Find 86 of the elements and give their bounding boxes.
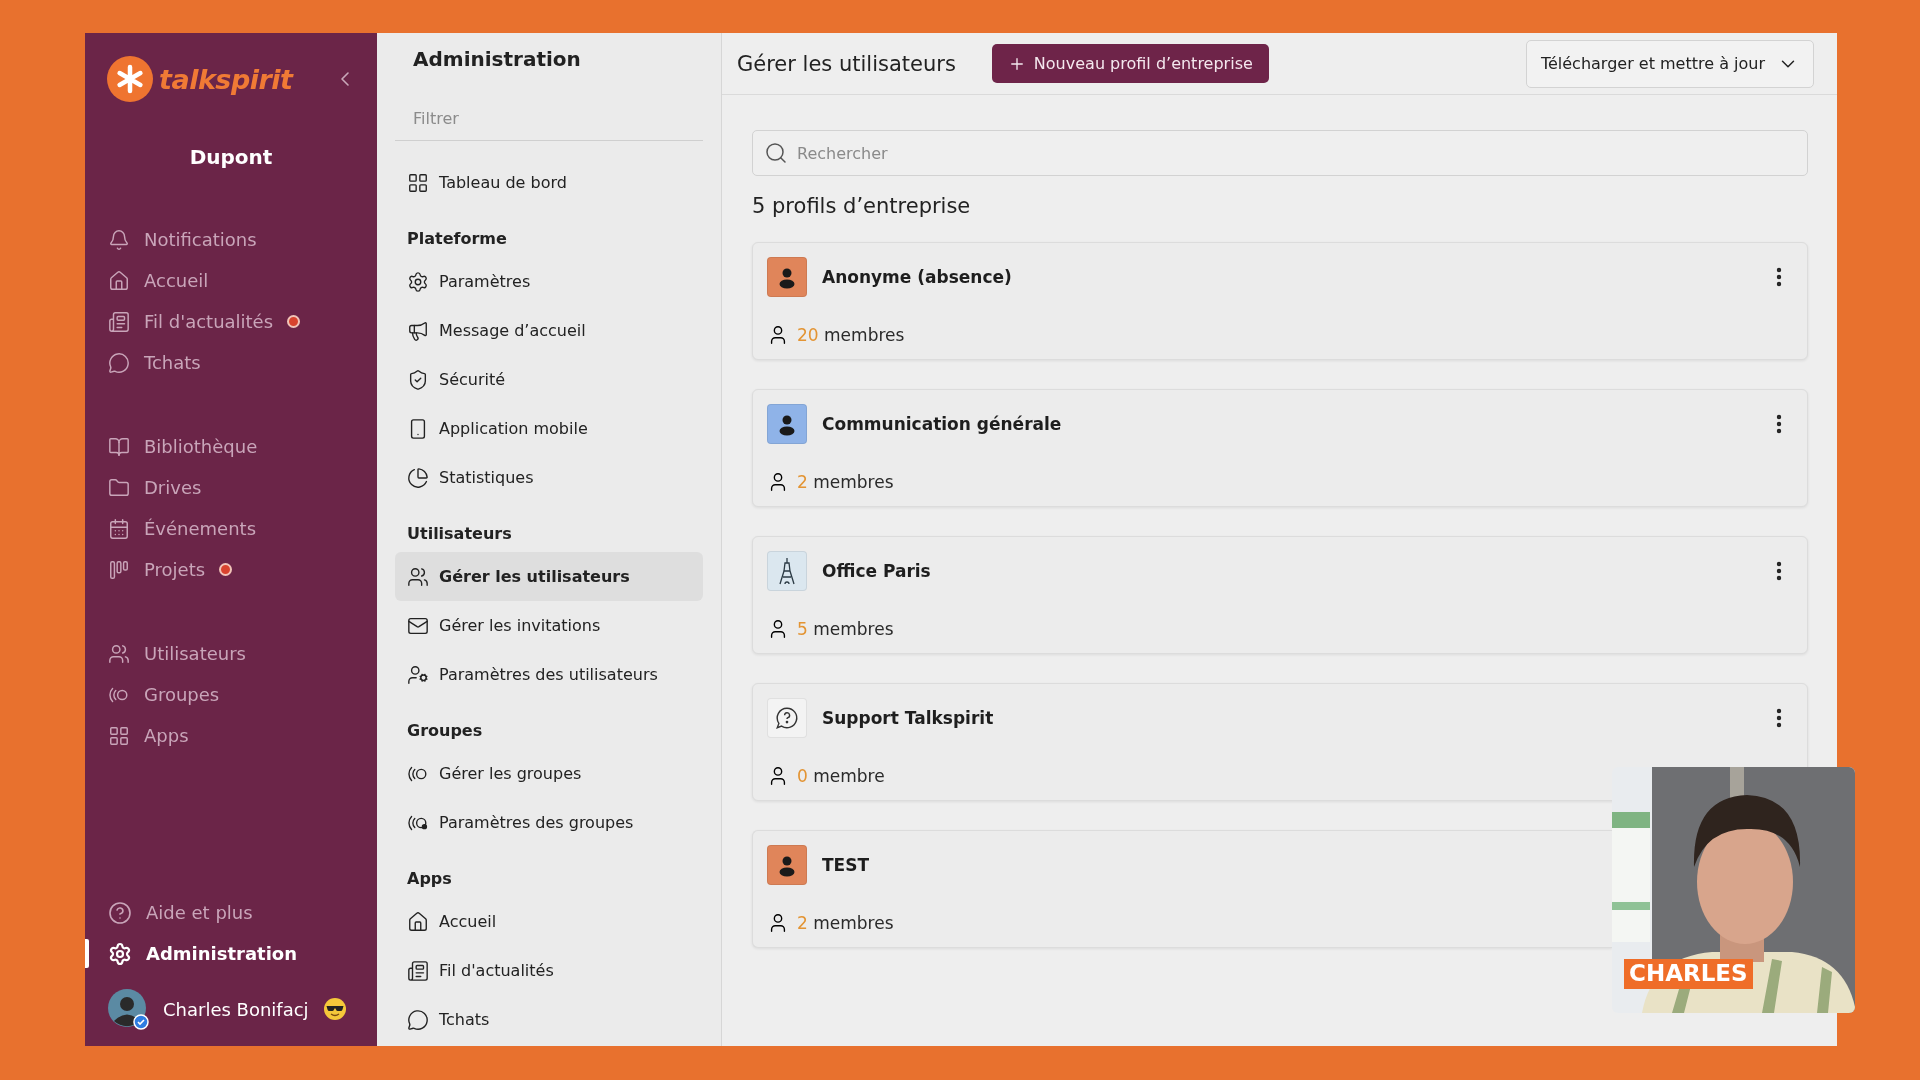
sidebar-item[interactable]: Notifications bbox=[85, 219, 377, 260]
new-profile-button[interactable]: Nouveau profil d’entreprise bbox=[991, 44, 1269, 83]
name-caption: CHARLES bbox=[1624, 959, 1753, 989]
chat-bubble-icon bbox=[407, 1008, 429, 1031]
admin-menu-item[interactable]: Gérer les groupes bbox=[395, 749, 703, 798]
sidebar-item[interactable]: Groupes bbox=[85, 674, 377, 715]
question-bubble-icon bbox=[774, 705, 800, 731]
profile-card[interactable]: Office Paris 5 membres bbox=[752, 536, 1808, 654]
profile-name: Support Talkspirit bbox=[822, 708, 994, 728]
panel-title: Administration bbox=[412, 47, 582, 73]
users-icon bbox=[407, 565, 429, 588]
newspaper-icon bbox=[407, 959, 429, 982]
bell-icon bbox=[108, 228, 130, 251]
admin-menu-item[interactable]: Gérer les invitations bbox=[395, 601, 703, 650]
section-heading: Apps bbox=[406, 868, 453, 890]
section-heading: Plateforme bbox=[406, 228, 508, 250]
profile-name: Anonyme (absence) bbox=[822, 267, 1012, 287]
user-gear-icon bbox=[407, 663, 429, 686]
profile-name: Communication générale bbox=[822, 414, 1062, 434]
admin-menu-item[interactable]: Gérer les utilisateurs bbox=[395, 552, 703, 601]
sidebar-item[interactable]: Fil d'actualités bbox=[85, 301, 377, 342]
avatar[interactable] bbox=[107, 988, 149, 1030]
search-field[interactable]: Rechercher bbox=[752, 130, 1808, 176]
sunglasses-face-icon bbox=[322, 997, 347, 1021]
section-heading: Groupes bbox=[406, 720, 484, 742]
member-count: 0 membre bbox=[797, 766, 885, 786]
admin-menu-item[interactable]: Fil d'actualités bbox=[395, 946, 703, 995]
profile-card[interactable]: Anonyme (absence) 20 membres bbox=[752, 242, 1808, 360]
logo-icon bbox=[107, 56, 153, 102]
chat-bubble-icon bbox=[108, 351, 130, 374]
calendar-icon bbox=[108, 517, 130, 540]
sidebar-item[interactable]: Projets bbox=[85, 549, 377, 590]
notification-dot bbox=[287, 315, 301, 328]
users-icon bbox=[108, 642, 130, 665]
profile-count: 5 profils d’entreprise bbox=[752, 194, 972, 218]
admin-menu-item[interactable]: Sécurité bbox=[395, 355, 703, 404]
help-icon bbox=[108, 900, 132, 925]
member-count: 20 membres bbox=[797, 325, 905, 345]
sidebar-item[interactable]: Apps bbox=[85, 715, 377, 756]
sidebar-item[interactable]: Administration bbox=[85, 933, 377, 974]
house-icon bbox=[407, 910, 429, 933]
page-title: Gérer les utilisateurs bbox=[737, 51, 956, 76]
admin-menu-item[interactable]: Tableau de bord bbox=[395, 158, 703, 207]
member-count: 2 membres bbox=[797, 913, 894, 933]
grid-icon bbox=[407, 171, 429, 194]
admin-menu-item[interactable]: Paramètres bbox=[395, 257, 703, 306]
columns-icon bbox=[108, 558, 130, 581]
sidebar-item[interactable]: Événements bbox=[85, 508, 377, 549]
grid-icon bbox=[108, 724, 130, 747]
section-heading: Utilisateurs bbox=[406, 523, 513, 545]
profile-name: Office Paris bbox=[822, 561, 931, 581]
user-name: Charles Bonifacj bbox=[163, 998, 309, 1020]
house-icon bbox=[108, 269, 130, 292]
profile-card[interactable]: Communication générale 2 membres bbox=[752, 389, 1808, 507]
notification-dot bbox=[219, 563, 233, 576]
member-count: 2 membres bbox=[797, 472, 894, 492]
megaphone-icon bbox=[407, 319, 429, 342]
shield-check-icon bbox=[407, 368, 429, 391]
sidebar-item[interactable]: Bibliothèque bbox=[85, 426, 377, 467]
pie-chart-icon bbox=[407, 466, 429, 489]
sidebar-item[interactable]: Utilisateurs bbox=[85, 633, 377, 674]
admin-menu-item[interactable]: Application mobile bbox=[395, 404, 703, 453]
newspaper-icon bbox=[108, 310, 130, 333]
download-dropdown[interactable]: Télécharger et mettre à jour bbox=[1525, 39, 1814, 88]
settings-icon bbox=[407, 270, 429, 293]
profile-card[interactable]: TEST 2 membres bbox=[752, 830, 1612, 948]
sidebar-item[interactable]: Accueil bbox=[85, 260, 377, 301]
profile-name: TEST bbox=[822, 855, 870, 875]
admin-menu-item[interactable]: Tchats bbox=[395, 995, 703, 1044]
member-count: 5 membres bbox=[797, 619, 894, 639]
workspace-name: Dupont bbox=[188, 145, 274, 169]
admin-menu-item[interactable]: Message d’accueil bbox=[395, 306, 703, 355]
admin-menu-item[interactable]: Statistiques bbox=[395, 453, 703, 502]
profile-card[interactable]: Support Talkspirit 0 membre bbox=[752, 683, 1808, 801]
sidebar-item[interactable]: Tchats bbox=[85, 342, 377, 383]
sidebar-item[interactable]: Drives bbox=[85, 467, 377, 508]
admin-menu-item[interactable]: Paramètres des utilisateurs bbox=[395, 650, 703, 699]
admin-menu-item[interactable]: Paramètres des groupes bbox=[395, 798, 703, 847]
settings-icon bbox=[108, 941, 132, 966]
sidebar-item[interactable]: Aide et plus bbox=[85, 892, 377, 933]
brand-name: talkspirit bbox=[159, 63, 293, 95]
book-icon bbox=[108, 435, 130, 458]
folder-icon bbox=[108, 476, 130, 499]
admin-menu-item[interactable]: Accueil bbox=[395, 897, 703, 946]
filter-field[interactable]: Filtrer bbox=[395, 103, 703, 141]
search-icon bbox=[764, 141, 788, 165]
